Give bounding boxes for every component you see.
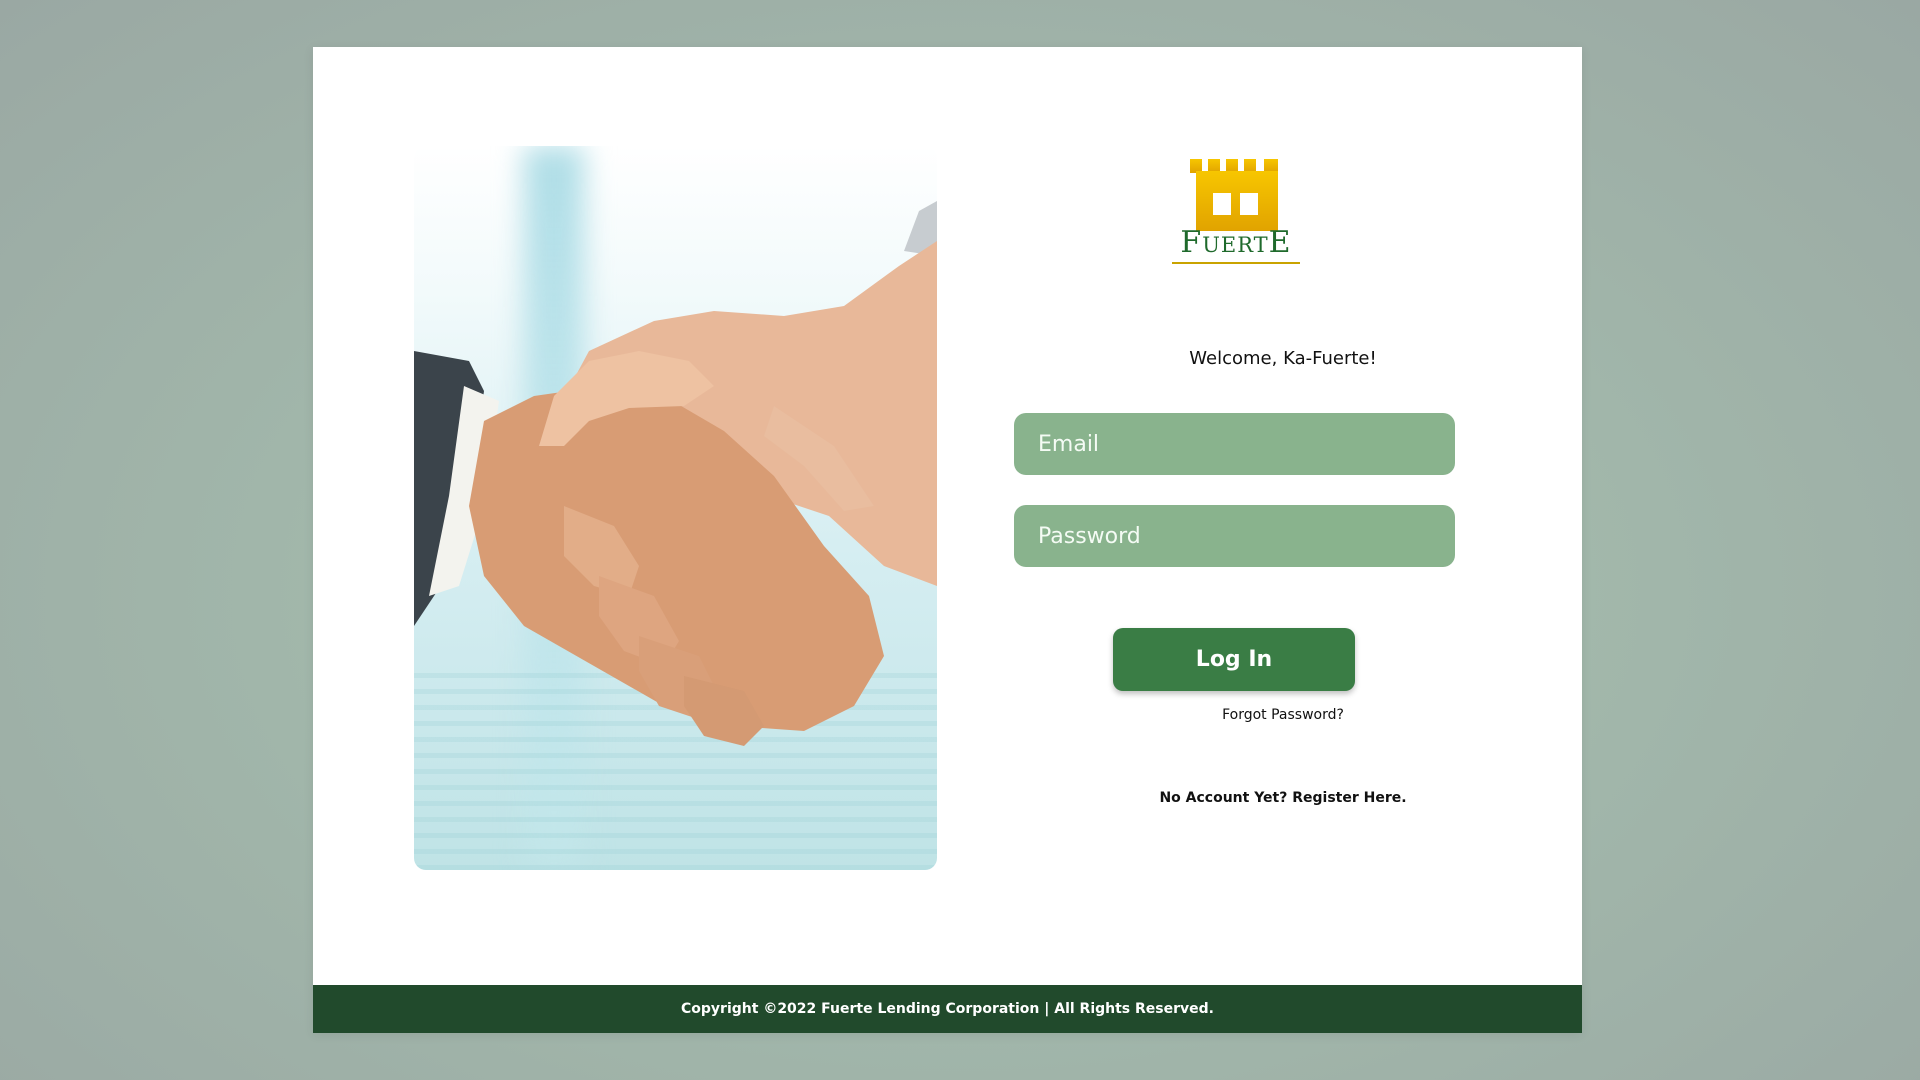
welcome-heading: Welcome, Ka-Fuerte! [1189,348,1377,369]
handshake-image [414,146,937,870]
logo-underline [1172,262,1300,264]
password-input[interactable] [1036,522,1433,550]
email-input[interactable] [1036,430,1433,458]
logo-wordmark: FuertE [1180,225,1292,260]
footer: Copyright ©2022 Fuerte Lending Corporati… [313,985,1582,1033]
login-card: FuertE Welcome, Ka-Fuerte! Log In Forgot… [313,47,1582,1033]
email-field[interactable] [1014,413,1455,475]
password-field[interactable] [1014,505,1455,567]
register-link[interactable]: No Account Yet? Register Here. [1083,790,1483,806]
login-button[interactable]: Log In [1113,628,1355,691]
forgot-password-link[interactable]: Forgot Password? [1133,707,1433,723]
castle-tower-icon [1190,159,1278,231]
handshake-illustration [414,201,937,746]
fuerte-logo: FuertE [1166,159,1306,269]
copyright-text: Copyright ©2022 Fuerte Lending Corporati… [681,1001,1214,1017]
